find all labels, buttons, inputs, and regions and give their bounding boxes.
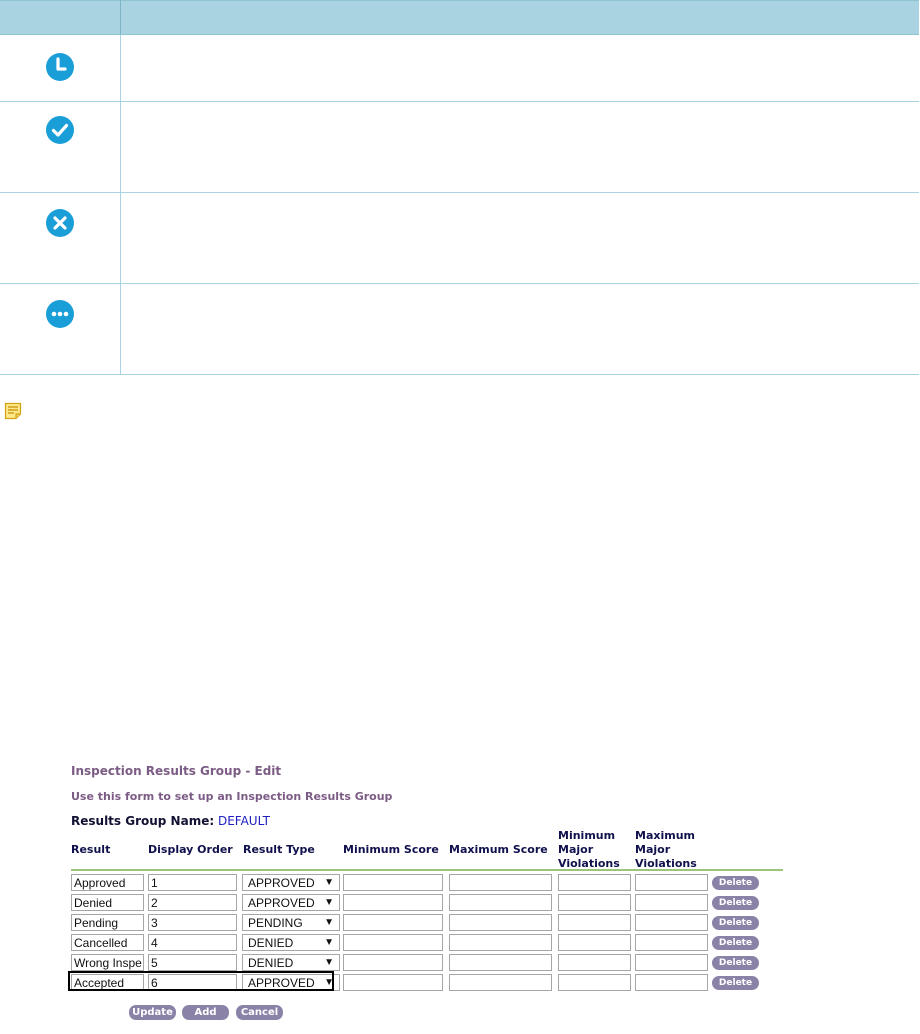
minimum-major-violations-input[interactable] [558, 894, 631, 911]
table-row: Approved 1 APPROVED ▼ Delete [71, 874, 771, 892]
delete-button[interactable]: Delete [712, 876, 759, 890]
clock-icon [46, 53, 74, 81]
maximum-score-input[interactable] [449, 894, 552, 911]
table-row [0, 34, 919, 102]
header-result: Result [71, 843, 111, 856]
focused-row-outline [68, 971, 334, 991]
check-circle-icon [46, 116, 74, 144]
add-button[interactable]: Add [182, 1005, 229, 1020]
header-minimum-major-violations: Minimum Major Violations [558, 829, 620, 870]
maximum-score-input[interactable] [449, 954, 552, 971]
result-name-input[interactable]: Pending [71, 914, 144, 931]
display-order-input[interactable]: 5 [148, 954, 237, 971]
header-minimum-score: Minimum Score [343, 843, 439, 856]
table-row: Denied 2 APPROVED ▼ Delete [71, 894, 771, 912]
minimum-score-input[interactable] [343, 894, 443, 911]
maximum-major-violations-input[interactable] [635, 934, 708, 951]
table-row [0, 192, 919, 284]
form-subtitle: Use this form to set up an Inspection Re… [71, 790, 393, 803]
minimum-score-input[interactable] [343, 934, 443, 951]
table-row [0, 283, 919, 375]
header-maximum-score: Maximum Score [449, 843, 548, 856]
delete-button[interactable]: Delete [712, 956, 759, 970]
chevron-down-icon: ▼ [324, 937, 334, 948]
table-header-row [0, 0, 919, 35]
delete-button[interactable]: Delete [712, 976, 759, 990]
maximum-major-violations-input[interactable] [635, 894, 708, 911]
result-type-select[interactable]: DENIED ▼ [242, 954, 340, 971]
result-type-select[interactable]: APPROVED ▼ [242, 874, 340, 891]
minimum-major-violations-input[interactable] [558, 974, 631, 991]
result-name-input[interactable]: Denied [71, 894, 144, 911]
results-group-name: Results Group Name: DEFAULT [71, 814, 270, 828]
delete-button[interactable]: Delete [712, 936, 759, 950]
maximum-score-input[interactable] [449, 934, 552, 951]
maximum-major-violations-input[interactable] [635, 974, 708, 991]
table-row [0, 101, 919, 193]
header-divider [71, 869, 783, 871]
display-order-input[interactable]: 1 [148, 874, 237, 891]
chevron-down-icon: ▼ [324, 877, 334, 888]
cancel-button[interactable]: Cancel [236, 1005, 283, 1020]
header-result-type: Result Type [243, 843, 315, 856]
maximum-major-violations-input[interactable] [635, 914, 708, 931]
note-icon [4, 402, 22, 420]
display-order-input[interactable]: 4 [148, 934, 237, 951]
minimum-score-input[interactable] [343, 914, 443, 931]
status-icon-table [0, 0, 919, 375]
display-order-input[interactable]: 2 [148, 894, 237, 911]
minimum-major-violations-input[interactable] [558, 934, 631, 951]
display-order-input[interactable]: 3 [148, 914, 237, 931]
table-row: Pending 3 PENDING ▼ Delete [71, 914, 771, 932]
result-type-select[interactable]: DENIED ▼ [242, 934, 340, 951]
x-circle-icon [46, 209, 74, 237]
result-name-input[interactable]: Approved [71, 874, 144, 891]
result-name-input[interactable]: Cancelled [71, 934, 144, 951]
maximum-score-input[interactable] [449, 914, 552, 931]
form-title: Inspection Results Group - Edit [71, 764, 282, 778]
maximum-score-input[interactable] [449, 874, 552, 891]
update-button[interactable]: Update [129, 1005, 176, 1020]
table-row: Cancelled 4 DENIED ▼ Delete [71, 934, 771, 952]
group-name-label: Results Group Name: [71, 814, 215, 828]
minimum-major-violations-input[interactable] [558, 914, 631, 931]
delete-button[interactable]: Delete [712, 916, 759, 930]
ellipsis-circle-icon [46, 300, 74, 328]
header-display-order: Display Order [148, 843, 233, 856]
chevron-down-icon: ▼ [324, 917, 334, 928]
maximum-major-violations-input[interactable] [635, 874, 708, 891]
minimum-score-input[interactable] [343, 874, 443, 891]
result-name-input[interactable]: Wrong Inspe [71, 954, 144, 971]
group-name-value: DEFAULT [217, 814, 270, 828]
maximum-score-input[interactable] [449, 974, 552, 991]
header-cell-description [120, 0, 919, 35]
chevron-down-icon: ▼ [324, 957, 334, 968]
header-maximum-major-violations: Maximum Major Violations [635, 829, 697, 870]
minimum-score-input[interactable] [343, 954, 443, 971]
result-type-select[interactable]: PENDING ▼ [242, 914, 340, 931]
result-type-select[interactable]: APPROVED ▼ [242, 894, 340, 911]
minimum-major-violations-input[interactable] [558, 874, 631, 891]
maximum-major-violations-input[interactable] [635, 954, 708, 971]
chevron-down-icon: ▼ [324, 897, 334, 908]
delete-button[interactable]: Delete [712, 896, 759, 910]
minimum-major-violations-input[interactable] [558, 954, 631, 971]
header-cell-icon [0, 0, 121, 35]
minimum-score-input[interactable] [343, 974, 443, 991]
table-row: Wrong Inspe 5 DENIED ▼ Delete [71, 954, 771, 972]
